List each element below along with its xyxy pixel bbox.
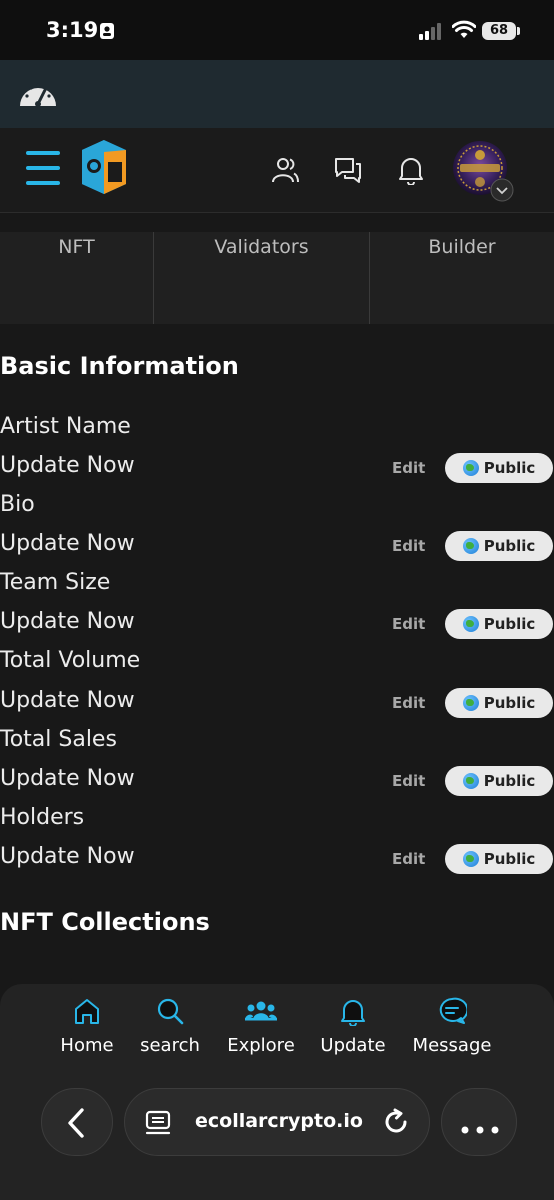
basic-info-title: Basic Information [0, 352, 239, 380]
hamburger-menu-icon[interactable] [26, 148, 60, 192]
nav-label: Message [412, 1035, 492, 1056]
tab-builder[interactable]: Builder [370, 232, 554, 324]
nav-label: Home [60, 1035, 114, 1056]
visibility-toggle[interactable]: Public [445, 688, 553, 718]
edit-button[interactable]: Edit [392, 694, 425, 712]
field-label-team-size: Team Size [0, 570, 111, 595]
bell-icon[interactable] [397, 155, 425, 189]
visibility-toggle[interactable]: Public [445, 531, 553, 561]
status-time: 3:19 [46, 18, 99, 42]
visibility-label: Public [483, 850, 536, 868]
battery-tip [517, 27, 520, 35]
tab-nft[interactable]: NFT [0, 232, 154, 324]
field-value-total-sales[interactable]: Update Now [0, 766, 135, 791]
users-icon[interactable] [270, 156, 300, 188]
visibility-label: Public [483, 537, 536, 555]
address-bar[interactable]: ecollarcrypto.io [124, 1088, 430, 1156]
dev-toolbar [0, 60, 554, 128]
signal-icon [418, 22, 444, 44]
field-value-bio[interactable]: Update Now [0, 531, 135, 556]
field-label-artist-name: Artist Name [0, 414, 131, 439]
message-icon [437, 997, 469, 1031]
globe-icon [462, 460, 479, 476]
edit-button[interactable]: Edit [392, 850, 425, 868]
bell-icon [338, 1000, 368, 1031]
nav-label: search [140, 1035, 200, 1056]
edit-button[interactable]: Edit [392, 537, 425, 555]
globe-icon [462, 538, 479, 554]
chevron-down-icon[interactable] [490, 178, 514, 206]
edit-button[interactable]: Edit [392, 615, 425, 633]
tab-label: NFT [58, 236, 95, 258]
visibility-label: Public [483, 772, 536, 790]
field-label-total-sales: Total Sales [0, 727, 117, 752]
globe-icon [462, 773, 479, 789]
contact-card-icon [99, 22, 115, 44]
back-button[interactable] [41, 1088, 113, 1156]
tabs-icon [145, 1109, 173, 1141]
nft-collections-title: NFT Collections [0, 908, 210, 936]
more-icon [461, 1119, 499, 1138]
visibility-label: Public [483, 459, 536, 477]
nav-update[interactable]: Update [318, 996, 388, 1056]
field-value-artist-name[interactable]: Update Now [0, 453, 135, 478]
app-header [0, 128, 554, 213]
visibility-label: Public [483, 615, 536, 633]
more-button[interactable] [441, 1088, 517, 1156]
globe-icon [462, 616, 479, 632]
field-value-holders[interactable]: Update Now [0, 844, 135, 869]
edit-button[interactable]: Edit [392, 459, 425, 477]
field-value-total-volume[interactable]: Update Now [0, 688, 135, 713]
tab-validators[interactable]: Validators [154, 232, 370, 324]
field-value-team-size[interactable]: Update Now [0, 609, 135, 634]
reload-icon[interactable] [381, 1107, 411, 1141]
nav-label: Explore [227, 1035, 295, 1056]
field-label-bio: Bio [0, 492, 35, 517]
status-bar: 3:19 68 [0, 0, 554, 60]
search-icon [155, 998, 185, 1031]
visibility-toggle[interactable]: Public [445, 609, 553, 639]
url-text[interactable]: ecollarcrypto.io [195, 1110, 363, 1132]
chat-icon[interactable] [333, 155, 363, 189]
wifi-icon [451, 20, 477, 44]
chevron-left-icon [64, 1107, 88, 1143]
battery-indicator: 68 [482, 22, 516, 40]
bottom-nav: Home search Explore Update Message ecoll… [0, 984, 554, 1200]
nav-label: Update [320, 1035, 386, 1056]
globe-icon [462, 695, 479, 711]
profile-tabs: NFT Validators Builder [0, 232, 554, 324]
visibility-toggle[interactable]: Public [445, 844, 553, 874]
tab-label: Builder [428, 236, 496, 258]
home-icon [72, 999, 102, 1031]
globe-icon [462, 851, 479, 867]
brand-logo[interactable] [78, 136, 130, 202]
nav-explore[interactable]: Explore [224, 996, 298, 1056]
visibility-label: Public [483, 694, 536, 712]
nav-home[interactable]: Home [56, 996, 118, 1056]
tab-label: Validators [214, 236, 309, 258]
field-label-total-volume: Total Volume [0, 648, 141, 673]
nav-message[interactable]: Message [410, 996, 494, 1056]
field-label-holders: Holders [0, 805, 85, 830]
visibility-toggle[interactable]: Public [445, 766, 553, 796]
users-icon [243, 1001, 279, 1031]
edit-button[interactable]: Edit [392, 772, 425, 790]
speedometer-icon[interactable] [18, 76, 58, 116]
nav-search[interactable]: search [138, 996, 202, 1056]
visibility-toggle[interactable]: Public [445, 453, 553, 483]
